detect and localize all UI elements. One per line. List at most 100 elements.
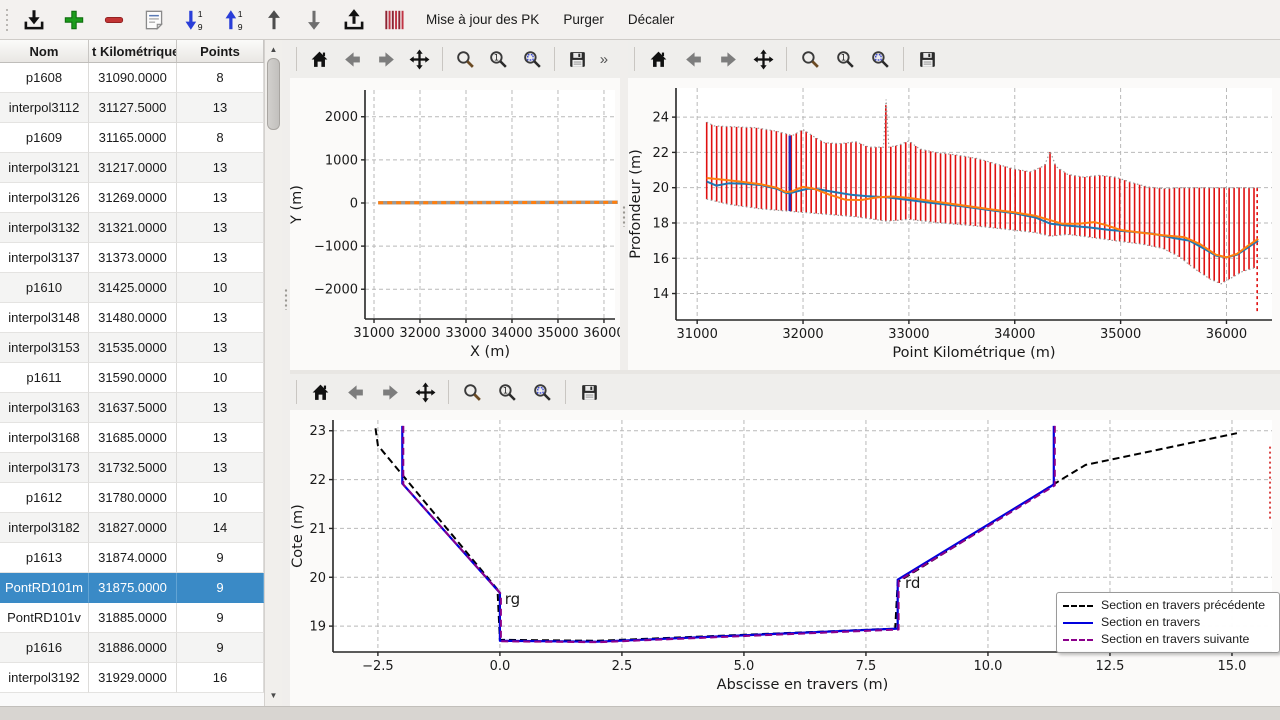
table-row[interactable]: PontRD101v31885.00009	[0, 603, 264, 633]
zoom-button[interactable]	[798, 46, 822, 72]
plots-splitter[interactable]	[620, 40, 628, 370]
profile-nav-toolbar: 1	[628, 40, 1280, 78]
save-button[interactable]	[577, 379, 601, 405]
svg-text:34000: 34000	[491, 326, 532, 341]
forward-button[interactable]	[375, 46, 397, 72]
pane-splitter[interactable]	[282, 40, 290, 706]
import-icon	[21, 7, 47, 33]
back-arrow-icon	[342, 49, 363, 70]
purge-button[interactable]: Purger	[553, 3, 614, 37]
table-row[interactable]: p161131590.000010	[0, 363, 264, 393]
table-row[interactable]: interpol313731373.000013	[0, 243, 264, 273]
toolbar-overflow-chevron[interactable]: »	[600, 51, 614, 68]
table-row[interactable]: interpol315331535.000013	[0, 333, 264, 363]
forward-button[interactable]	[716, 46, 740, 72]
table-row[interactable]: interpol311231127.500013	[0, 93, 264, 123]
zoom-icon	[800, 49, 821, 70]
column-header-nom[interactable]: Nom	[0, 40, 89, 62]
pan-button[interactable]	[413, 379, 437, 405]
zoom-rect-button[interactable]	[868, 46, 892, 72]
move-up-button[interactable]	[256, 3, 292, 37]
svg-text:−2.5: −2.5	[362, 659, 394, 674]
add-button[interactable]	[56, 3, 92, 37]
table-row[interactable]: interpol313231321.000013	[0, 213, 264, 243]
move-down-button[interactable]	[296, 3, 332, 37]
row-name: PontRD101m	[0, 573, 89, 603]
update-pk-button[interactable]: Mise à jour des PK	[416, 3, 549, 37]
svg-text:1: 1	[840, 52, 845, 62]
back-button[interactable]	[681, 46, 705, 72]
separator	[634, 47, 635, 71]
column-header-points[interactable]: Points	[177, 40, 264, 62]
svg-text:10.0: 10.0	[973, 659, 1002, 674]
row-points: 9	[177, 573, 264, 603]
table-row[interactable]: p160931165.00008	[0, 123, 264, 153]
zoom-original-button[interactable]: 1	[495, 379, 519, 405]
table-row[interactable]: p161231780.000010	[0, 483, 264, 513]
table-scrollbar[interactable]: ▲ ▼	[264, 40, 282, 706]
shift-button[interactable]: Décaler	[618, 3, 685, 37]
table-row[interactable]: interpol316831685.000013	[0, 423, 264, 453]
table-row[interactable]: p160831090.00008	[0, 63, 264, 93]
plan-canvas[interactable]: 310003200033000340003500036000−2000−1000…	[290, 78, 620, 370]
table-row[interactable]: interpol314831480.000013	[0, 303, 264, 333]
pan-button[interactable]	[408, 46, 430, 72]
profile-canvas[interactable]: 3100032000330003400035000360001416182022…	[628, 78, 1280, 370]
pan-icon	[415, 382, 436, 403]
svg-text:Profondeur (m): Profondeur (m)	[628, 149, 644, 259]
table-row[interactable]: p161631886.00009	[0, 633, 264, 663]
zoom-button[interactable]	[454, 46, 476, 72]
save-button[interactable]	[566, 46, 588, 72]
row-name: p1608	[0, 63, 89, 93]
table-row[interactable]: interpol317331732.500013	[0, 453, 264, 483]
column-header-pk[interactable]: t Kilométrique	[89, 40, 177, 62]
back-button[interactable]	[341, 46, 363, 72]
export-button[interactable]	[336, 3, 372, 37]
scroll-up-arrow-icon[interactable]: ▲	[265, 42, 282, 56]
table-row[interactable]: interpol316331637.500013	[0, 393, 264, 423]
zoom-rect-button[interactable]	[521, 46, 543, 72]
section-canvas[interactable]: −2.50.02.55.07.510.012.515.01920212223Ab…	[290, 410, 1280, 706]
back-button[interactable]	[343, 379, 367, 405]
svg-text:1: 1	[238, 8, 243, 18]
remove-button[interactable]	[96, 3, 132, 37]
row-points: 13	[177, 303, 264, 333]
import-button[interactable]	[16, 3, 52, 37]
sort-ascending-button[interactable]: 1 9	[216, 3, 252, 37]
table-row[interactable]: PontRD101m31875.00009	[0, 573, 264, 603]
separator	[448, 380, 449, 404]
edit-note-button[interactable]	[136, 3, 172, 37]
scroll-down-arrow-icon[interactable]: ▼	[265, 688, 282, 702]
separator	[903, 47, 904, 71]
svg-text:5.0: 5.0	[734, 659, 755, 674]
zoom-original-button[interactable]: 1	[487, 46, 509, 72]
svg-text:9: 9	[198, 21, 203, 31]
table-row[interactable]: interpol319231929.000016	[0, 663, 264, 693]
home-button[interactable]	[646, 46, 670, 72]
zoom-button[interactable]	[460, 379, 484, 405]
table-row[interactable]: interpol318231827.000014	[0, 513, 264, 543]
row-pk: 31590.0000	[89, 363, 177, 393]
home-button[interactable]	[308, 46, 330, 72]
table-row[interactable]: interpol312631269.000013	[0, 183, 264, 213]
scrollbar-thumb[interactable]	[267, 58, 280, 130]
table-row[interactable]: interpol312131217.000013	[0, 153, 264, 183]
table-row[interactable]: p161331874.00009	[0, 543, 264, 573]
legend-swatch-next	[1063, 639, 1093, 641]
forward-button[interactable]	[378, 379, 402, 405]
pan-button[interactable]	[751, 46, 775, 72]
row-points: 13	[177, 153, 264, 183]
toolbar-grip[interactable]	[4, 6, 10, 34]
row-name: interpol3163	[0, 393, 89, 423]
save-button[interactable]	[915, 46, 939, 72]
separator	[442, 47, 443, 71]
row-points: 9	[177, 543, 264, 573]
row-points: 13	[177, 243, 264, 273]
home-button[interactable]	[308, 379, 332, 405]
zoom-rect-button[interactable]	[530, 379, 554, 405]
zoom-original-button[interactable]: 1	[833, 46, 857, 72]
sections-button[interactable]	[376, 3, 412, 37]
edit-note-icon	[141, 7, 167, 33]
sort-descending-button[interactable]: 1 9	[176, 3, 212, 37]
table-row[interactable]: p161031425.000010	[0, 273, 264, 303]
